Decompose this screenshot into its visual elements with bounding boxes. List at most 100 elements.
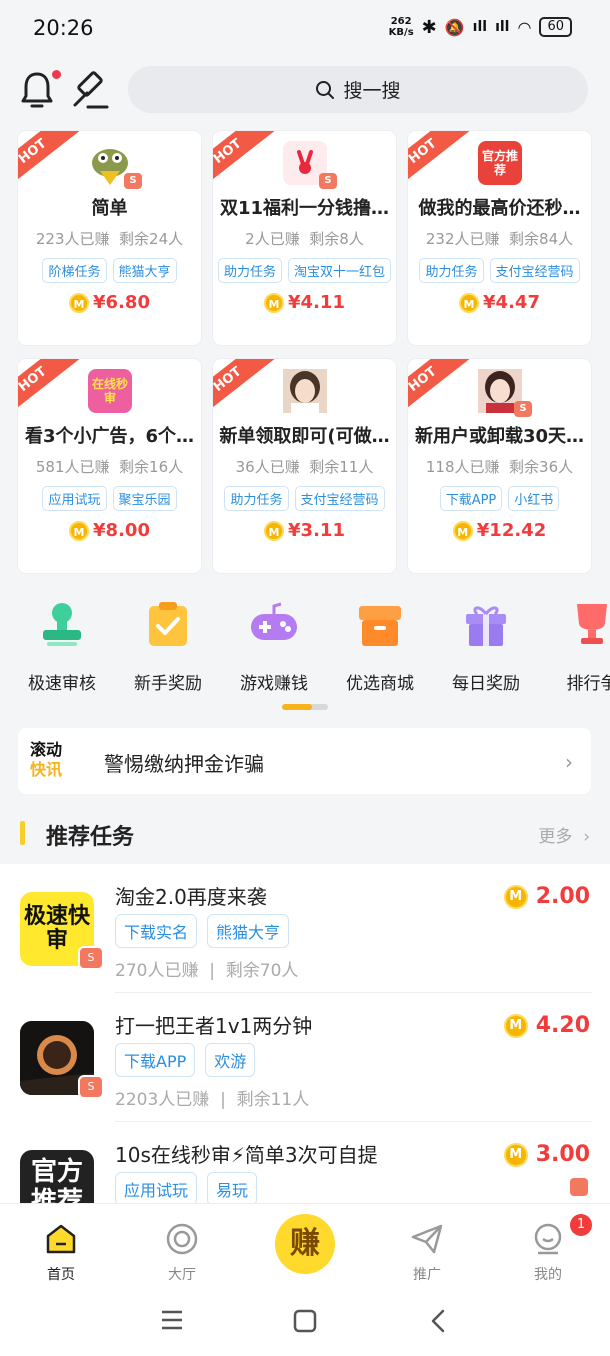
card-title: 做我的最高价还秒… xyxy=(418,198,581,219)
s-badge-icon: S xyxy=(319,173,337,189)
task-tag: 下载实名 xyxy=(115,914,198,948)
category-label: 新手奖励 xyxy=(134,674,202,694)
task-app-icon: 官方推荐 xyxy=(20,1150,94,1204)
bluetooth-icon: ✱ xyxy=(421,16,437,38)
home-square-icon[interactable] xyxy=(293,1309,317,1333)
task-tag: 应用试玩 xyxy=(115,1172,198,1204)
coin-icon: M xyxy=(459,292,480,313)
category-label: 游戏赚钱 xyxy=(240,674,308,694)
list-item[interactable]: 官方推荐 10s在线秒审⚡简单3次可自提 应用试玩 易玩 M 3.00 xyxy=(0,1122,610,1204)
category-label: 优选商城 xyxy=(346,674,414,694)
list-item[interactable]: 极速快审 S 淘金2.0再度来袭 下载实名 熊猫大亨 270人已赚 | 剩余70人… xyxy=(0,864,610,993)
category-fast-review[interactable]: 极速审核 xyxy=(17,600,107,694)
section-title: 推荐任务 xyxy=(46,825,135,850)
category-newbie-reward[interactable]: 新手奖励 xyxy=(123,600,213,694)
gavel-icon[interactable] xyxy=(70,70,110,110)
card-stats: 223人已赚 剩余24人 xyxy=(35,230,184,248)
bell-icon[interactable] xyxy=(20,70,54,110)
task-thumbnail: S xyxy=(88,141,142,189)
task-thumbnail xyxy=(283,369,327,413)
card-tag: 应用试玩 xyxy=(42,486,107,511)
card-price: M ¥12.42 xyxy=(408,520,591,541)
hot-task-card[interactable]: HOT S 双11福利一分钱撸… 2人已赚 剩余8人 助力任务 淘宝双十一红包 M… xyxy=(213,131,396,345)
coin-icon: M xyxy=(452,520,473,541)
category-game-earn[interactable]: 游戏赚钱 xyxy=(229,600,319,694)
trophy-icon xyxy=(577,604,607,644)
coin-icon: M xyxy=(503,884,528,909)
scroll-indicator xyxy=(282,704,328,710)
earn-button[interactable]: 赚 xyxy=(275,1214,335,1274)
coin-icon: M xyxy=(69,292,90,313)
task-tags: 应用试玩 易玩 xyxy=(115,1172,258,1204)
news-logo: 滚动 快讯 xyxy=(30,740,63,779)
hot-ribbon: HOT xyxy=(18,359,80,415)
tab-hall[interactable]: 大厅 xyxy=(142,1222,222,1284)
coin-icon: M xyxy=(264,520,285,541)
task-thumbnail: S xyxy=(478,369,532,417)
card-title: 简单 xyxy=(91,198,128,219)
category-ranking[interactable]: 排行争 xyxy=(547,600,610,694)
signal-icon: ıll xyxy=(472,19,488,35)
more-link[interactable]: 更多 › xyxy=(538,822,590,847)
top-bar: 搜一搜 xyxy=(0,60,610,120)
menu-icon[interactable] xyxy=(160,1309,184,1331)
card-tags: 应用试玩 聚宝乐园 xyxy=(18,486,201,511)
user-photo-icon xyxy=(283,369,327,413)
category-daily-reward[interactable]: 每日奖励 xyxy=(441,600,531,694)
tab-home[interactable]: 首页 xyxy=(21,1222,101,1284)
task-thumbnail: S xyxy=(283,141,337,189)
section-accent-bar xyxy=(20,821,25,845)
news-ticker[interactable]: 滚动 快讯 警惕缴纳押金诈骗 › xyxy=(18,728,591,794)
system-nav-bar xyxy=(0,1285,610,1356)
hot-task-card[interactable]: HOT S 简单 223人已赚 剩余24人 阶梯任务 熊猫大亨 M ¥6.80 xyxy=(18,131,201,345)
rabbit-logo-icon xyxy=(297,150,313,174)
card-title: 新用户或卸载30天… xyxy=(414,426,585,447)
tab-promote[interactable]: 推广 xyxy=(387,1222,467,1284)
card-tag: 小红书 xyxy=(508,486,560,511)
card-tag: 聚宝乐园 xyxy=(112,486,177,511)
clipboard-check-icon xyxy=(149,602,187,646)
stamp-icon xyxy=(43,603,81,646)
task-tag: 熊猫大亨 xyxy=(207,914,290,948)
task-tag: 欢游 xyxy=(205,1043,256,1077)
hot-ribbon: HOT xyxy=(213,131,275,187)
hot-task-card[interactable]: HOT 官方推荐 做我的最高价还秒… 232人已赚 剩余84人 助力任务 支付宝经… xyxy=(408,131,591,345)
status-icons: 262 KB/s ✱ 🔕 ıll ıll ◠ 60 xyxy=(389,16,572,38)
chevron-right-icon: › xyxy=(565,750,573,774)
task-title: 10s在线秒审⚡简单3次可自提 xyxy=(115,1143,378,1167)
card-tags: 助力任务 支付宝经营码 xyxy=(408,258,591,283)
card-tags: 助力任务 淘宝双十一红包 xyxy=(213,258,396,283)
card-title: 双11福利一分钱撸… xyxy=(219,198,390,219)
search-input[interactable]: 搜一搜 xyxy=(128,66,588,113)
coin-icon: M xyxy=(503,1013,528,1038)
task-title: 打一把王者1v1两分钟 xyxy=(115,1014,313,1038)
card-tag: 支付宝经营码 xyxy=(489,258,580,283)
tab-label: 推广 xyxy=(413,1267,441,1283)
hot-task-card[interactable]: HOT 在线秒审 看3个小广告，6个… 581人已赚 剩余16人 应用试玩 聚宝乐… xyxy=(18,359,201,573)
card-tag: 助力任务 xyxy=(224,486,289,511)
category-mall[interactable]: 优选商城 xyxy=(335,600,425,694)
task-tags: 下载APP 欢游 xyxy=(115,1043,256,1077)
task-price: M 2.00 xyxy=(503,884,590,909)
target-icon xyxy=(166,1223,198,1255)
task-price: M 4.20 xyxy=(503,1013,590,1038)
s-badge-icon: S xyxy=(78,946,104,970)
card-title: 新单领取即可(可做… xyxy=(219,426,390,447)
card-price: M ¥8.00 xyxy=(18,520,201,541)
card-stats: 118人已赚 剩余36人 xyxy=(425,458,574,476)
category-label: 极速审核 xyxy=(28,674,96,694)
bottom-tab-bar: 首页 大厅 赚 推广 我的 1 xyxy=(0,1203,610,1285)
wifi-icon: ◠ xyxy=(517,17,532,37)
hot-ribbon: HOT xyxy=(408,359,470,415)
card-tag: 支付宝经营码 xyxy=(294,486,385,511)
card-tag: 阶梯任务 xyxy=(42,258,107,283)
card-tag: 助力任务 xyxy=(419,258,484,283)
paper-plane-icon xyxy=(411,1224,443,1254)
gift-box-icon[interactable] xyxy=(570,1178,588,1196)
tab-label: 首页 xyxy=(47,1267,75,1283)
hot-task-card[interactable]: HOT S 新用户或卸载30天… 118人已赚 剩余36人 下载APP 小红书 M… xyxy=(408,359,591,573)
card-price: M ¥3.11 xyxy=(213,520,396,541)
hot-task-card[interactable]: HOT 新单领取即可(可做… 36人已赚 剩余11人 助力任务 支付宝经营码 M ¥… xyxy=(213,359,396,573)
list-item[interactable]: S 打一把王者1v1两分钟 下载APP 欢游 2203人已赚 | 剩余11人 M4… xyxy=(0,993,610,1122)
back-icon[interactable] xyxy=(428,1308,448,1334)
